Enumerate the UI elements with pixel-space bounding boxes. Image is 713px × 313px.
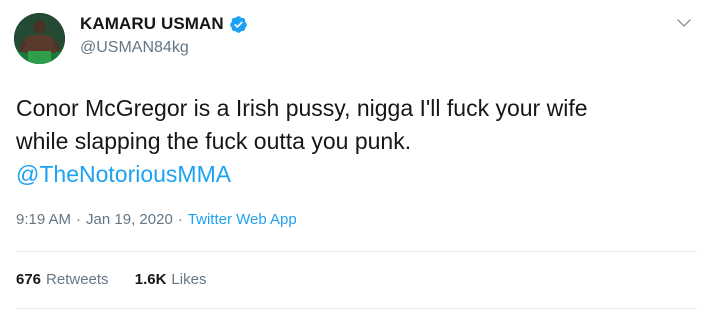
retweets-count: 676: [16, 271, 42, 288]
tweet-stats: 676 Retweets 1.6K Likes: [16, 271, 228, 288]
meta-separator: ·: [76, 211, 82, 228]
author-name-row: KAMARU USMAN: [80, 14, 248, 34]
tweet-time[interactable]: 9:19 AM: [16, 211, 71, 228]
retweets-stat[interactable]: 676 Retweets: [16, 271, 109, 288]
meta-separator: ·: [177, 211, 183, 228]
likes-count: 1.6K: [134, 271, 167, 288]
tweet-date[interactable]: Jan 19, 2020: [86, 211, 173, 228]
tweet-text-line-2: while slapping the fuck outta you punk.: [16, 128, 412, 154]
author-display-name[interactable]: KAMARU USMAN: [80, 14, 224, 34]
chevron-down-icon[interactable]: [675, 14, 693, 32]
tweet-source-link[interactable]: Twitter Web App: [188, 211, 297, 228]
author-handle[interactable]: @USMAN84kg: [80, 39, 189, 57]
verified-badge-icon: [229, 15, 248, 34]
tweet-card: KAMARU USMAN @USMAN84kg Conor McGregor i…: [0, 0, 713, 313]
tweet-text-line-1: Conor McGregor is a Irish pussy, nigga I…: [16, 95, 588, 121]
mention-link[interactable]: @TheNotoriousMMA: [16, 161, 231, 187]
likes-label: Likes: [171, 271, 207, 288]
divider: [16, 308, 697, 309]
tweet-meta: 9:19 AM · Jan 19, 2020 · Twitter Web App: [16, 211, 297, 228]
avatar[interactable]: [14, 13, 65, 64]
likes-stat[interactable]: 1.6K Likes: [135, 271, 207, 288]
divider: [16, 251, 697, 252]
tweet-text: Conor McGregor is a Irish pussy, nigga I…: [16, 92, 696, 191]
retweets-label: Retweets: [46, 271, 109, 288]
